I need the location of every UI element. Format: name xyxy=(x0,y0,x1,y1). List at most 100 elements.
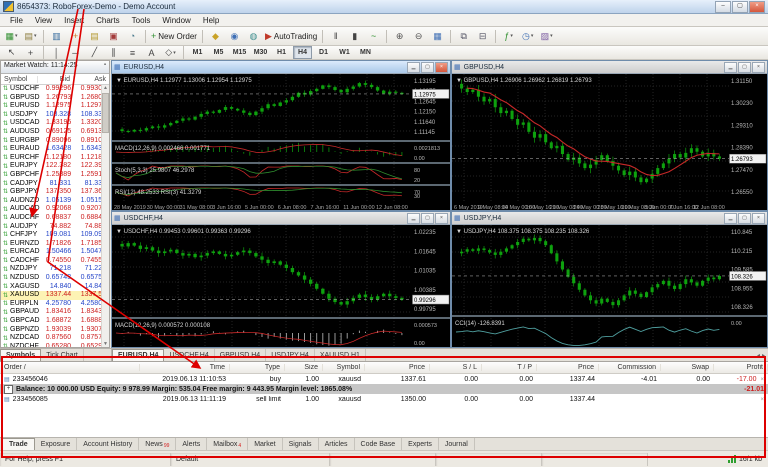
bar-chart-button[interactable]: ‖ xyxy=(327,28,344,45)
toolbox-tab-alerts[interactable]: Alerts xyxy=(176,438,208,450)
market-watch-row-audjpy[interactable]: ⇅ AUDJPY 74.882 74.888 xyxy=(1,223,109,232)
market-watch-row-eurusd[interactable]: ⇅ EURUSD 1.12975 1.12979 xyxy=(1,102,109,111)
trade-column-order[interactable]: Order / xyxy=(0,364,140,371)
toolbox-tab-code-base[interactable]: Code Base xyxy=(355,438,403,450)
timeframe-h4-button[interactable]: H4 xyxy=(293,46,312,59)
new-order-button[interactable]: + New Order xyxy=(150,28,198,45)
market-watch-row-cadchf[interactable]: ⇅ CADCHF 0.74550 0.74559 xyxy=(1,257,109,266)
toolbox-tab-account-history[interactable]: Account History xyxy=(77,438,140,450)
text-label-button[interactable]: A xyxy=(143,44,160,61)
timeframe-h1-button[interactable]: H1 xyxy=(272,46,291,59)
market-watch-row-eurcad[interactable]: ⇅ EURCAD 1.50466 1.50478 xyxy=(1,248,109,257)
templates-button[interactable]: ▨ ▾ xyxy=(538,28,555,45)
close-order-icon[interactable]: × xyxy=(760,377,764,383)
market-watch-row-xauusd[interactable]: ⇅ XAUUSD 1337.44 1337.57 xyxy=(1,291,109,300)
market-watch-row-audchf[interactable]: ⇅ AUDCHF 0.68837 0.68848 xyxy=(1,214,109,223)
zoom-out-button[interactable]: ⊖ xyxy=(410,28,427,45)
trade-column-size[interactable]: Size xyxy=(285,364,323,371)
trade-column-symbol[interactable]: Symbol xyxy=(323,364,365,371)
chart-maximize-button[interactable]: ▢ xyxy=(421,212,434,224)
chart-maximize-button[interactable]: ▢ xyxy=(738,212,751,224)
new-chart-button[interactable]: ▦ ▾ xyxy=(3,28,20,45)
market-watch-row-eurchf[interactable]: ⇅ EURCHF 1.12180 1.12186 xyxy=(1,154,109,163)
trade-column-commission[interactable]: Commission xyxy=(599,364,661,371)
market-watch-row-nzdcad[interactable]: ⇅ NZDCAD 0.87560 0.87574 xyxy=(1,334,109,343)
trade-order-row[interactable]: ▤ 233456046 2019.06.13 11:10:53 buy 1.00 xauu… xyxy=(0,374,768,384)
metaeditor-button[interactable]: ◆ xyxy=(207,28,224,45)
chart-tab-gbpusd-h4[interactable]: GBPUSD,H4 xyxy=(215,349,267,361)
menu-view[interactable]: View xyxy=(29,16,58,25)
timeframe-m15-button[interactable]: M15 xyxy=(230,46,249,59)
panel-menu-icon[interactable]: ▪ xyxy=(104,62,106,73)
market-watch-row-eurnzd[interactable]: ⇅ EURNZD 1.71826 1.71850 xyxy=(1,240,109,249)
market-watch-row-gbpnzd[interactable]: ⇅ GBPNZD 1.93039 1.93076 xyxy=(1,326,109,335)
market-watch-row-euraud[interactable]: ⇅ EURAUD 1.63428 1.63436 xyxy=(1,145,109,154)
status-profile[interactable]: Default xyxy=(171,452,330,466)
market-watch-row-nzdchf[interactable]: ⇅NZDCHF0.652800.65290 xyxy=(1,343,109,347)
column-bid[interactable]: Bid xyxy=(37,75,73,83)
trade-column-profit[interactable]: Profit xyxy=(714,364,768,371)
toolbox-tab-trade[interactable]: Trade xyxy=(2,438,35,450)
chart-minimize-button[interactable]: ▁ xyxy=(724,212,737,224)
menu-insert[interactable]: Insert xyxy=(58,16,90,25)
column-symbol[interactable]: Symbol xyxy=(1,76,37,83)
chart-maximize-button[interactable]: ▢ xyxy=(421,61,434,73)
periods-button[interactable]: ◷ ▾ xyxy=(519,28,536,45)
chart-minimize-button[interactable]: ▁ xyxy=(724,61,737,73)
toolbox-tab-articles[interactable]: Articles xyxy=(319,438,355,450)
chart-canvas-usdjpy[interactable]: 110.845110.215109.585108.955108.326108.3… xyxy=(452,225,767,347)
market-watch-row-nzdjpy[interactable]: ⇅ NZDJPY 71.218 71.225 xyxy=(1,265,109,274)
market-watch-row-eurgbp[interactable]: ⇅ EURGBP 0.89096 0.89102 xyxy=(1,137,109,146)
chart-close-button[interactable]: × xyxy=(752,61,765,73)
zoom-in-button[interactable]: ⊕ xyxy=(391,28,408,45)
toolbox-tab-exposure[interactable]: Exposure xyxy=(35,438,78,450)
chart-tab-xauusd-h1[interactable]: XAUUSD,H1 xyxy=(315,349,366,361)
chart-window-gbpusd[interactable]: ▦ GBPUSD,H4 ▁ ▢ × 1.31150 1.30230 1.29310 1.2839… xyxy=(451,60,768,211)
market-watch-row-chfjpy[interactable]: ⇅ CHFJPY 109.081 109.096 xyxy=(1,231,109,240)
indicators-button[interactable]: ƒ ▾ xyxy=(500,28,517,45)
equidistant-channel-button[interactable]: ∥ xyxy=(105,44,122,61)
market-watch-tab-symbols[interactable]: Symbols xyxy=(0,349,42,361)
market-watch-row-eurpln[interactable]: ⇅ EURPLN 4.25780 4.25800 xyxy=(1,300,109,309)
trade-column-tp[interactable]: T / P xyxy=(482,364,537,371)
trade-column-price[interactable]: Price xyxy=(365,364,430,371)
chart-close-button[interactable]: × xyxy=(435,61,448,73)
chart-minimize-button[interactable]: ▁ xyxy=(407,212,420,224)
toolbox-tab-experts[interactable]: Experts xyxy=(402,438,439,450)
cascade-windows-button[interactable]: ⧉ xyxy=(455,28,472,45)
arrows-tool-button[interactable]: ◇ ▾ xyxy=(162,44,179,61)
column-ask[interactable]: Ask xyxy=(73,75,109,83)
trade-column-swap[interactable]: Swap xyxy=(661,364,714,371)
chart-tab-eurusd-h4[interactable]: EURUSD,H4 xyxy=(112,349,165,361)
autotrading-button[interactable]: ▶ AutoTrading xyxy=(264,28,318,45)
profile-user-button[interactable]: ◉ xyxy=(226,28,243,45)
market-watch-row-audcad[interactable]: ⇅ AUDCAD 0.92068 0.92075 xyxy=(1,205,109,214)
chart-close-button[interactable]: × xyxy=(752,212,765,224)
chart-window-titlebar[interactable]: ▦ GBPUSD,H4 ▁ ▢ × xyxy=(452,61,767,74)
chart-canvas-eurusd[interactable]: 1.13195 1.129751.12645 1.12150 1.11640 1.111… xyxy=(112,74,450,210)
trade-column-type[interactable]: Type xyxy=(230,364,285,371)
toolbox-tab-mailbox[interactable]: Mailbox 4 xyxy=(207,438,249,450)
toolbox-tab-news[interactable]: News 99 xyxy=(139,438,177,450)
crosshair-button[interactable]: + xyxy=(22,44,39,61)
line-chart-button[interactable]: ~ xyxy=(365,28,382,45)
vertical-line-button[interactable]: │ xyxy=(48,44,65,61)
chart-window-usdchf[interactable]: ▦ USDCHF,H4 ▁ ▢ × 1.02235 1.01645 1.01035 1.0038… xyxy=(111,211,451,348)
market-watch-row-gbpcad[interactable]: ⇅ GBPCAD 1.68872 1.68889 xyxy=(1,317,109,326)
menu-window[interactable]: Window xyxy=(156,16,196,25)
market-watch-row-usdcad[interactable]: ⇅ USDCAD 1.33195 1.33202 xyxy=(1,119,109,128)
menu-file[interactable]: File xyxy=(4,16,29,25)
cursor-button[interactable]: ↖ xyxy=(3,44,20,61)
timeframe-mn-button[interactable]: MN xyxy=(356,46,375,59)
close-order-icon[interactable]: × xyxy=(760,397,764,403)
market-watch-row-cadjpy[interactable]: ⇅ CADJPY 81.331 81.338 xyxy=(1,180,109,189)
chart-maximize-button[interactable]: ▢ xyxy=(738,61,751,73)
market-watch-row-gbpaud[interactable]: ⇅ GBPAUD 1.83416 1.83435 xyxy=(1,308,109,317)
chart-tab-usdchf-h4[interactable]: USDCHF,H4 xyxy=(164,349,215,361)
menu-help[interactable]: Help xyxy=(197,16,225,25)
market-watch-row-usdjpy[interactable]: ⇅ USDJPY 108.328 108.332 xyxy=(1,111,109,120)
timeframe-w1-button[interactable]: W1 xyxy=(335,46,354,59)
candlestick-chart-button[interactable]: ▮ xyxy=(346,28,363,45)
chart-window-titlebar[interactable]: ▦ EURUSD,H4 ▁ ▢ × xyxy=(112,61,450,74)
trade-column-time[interactable]: Time xyxy=(140,364,230,371)
